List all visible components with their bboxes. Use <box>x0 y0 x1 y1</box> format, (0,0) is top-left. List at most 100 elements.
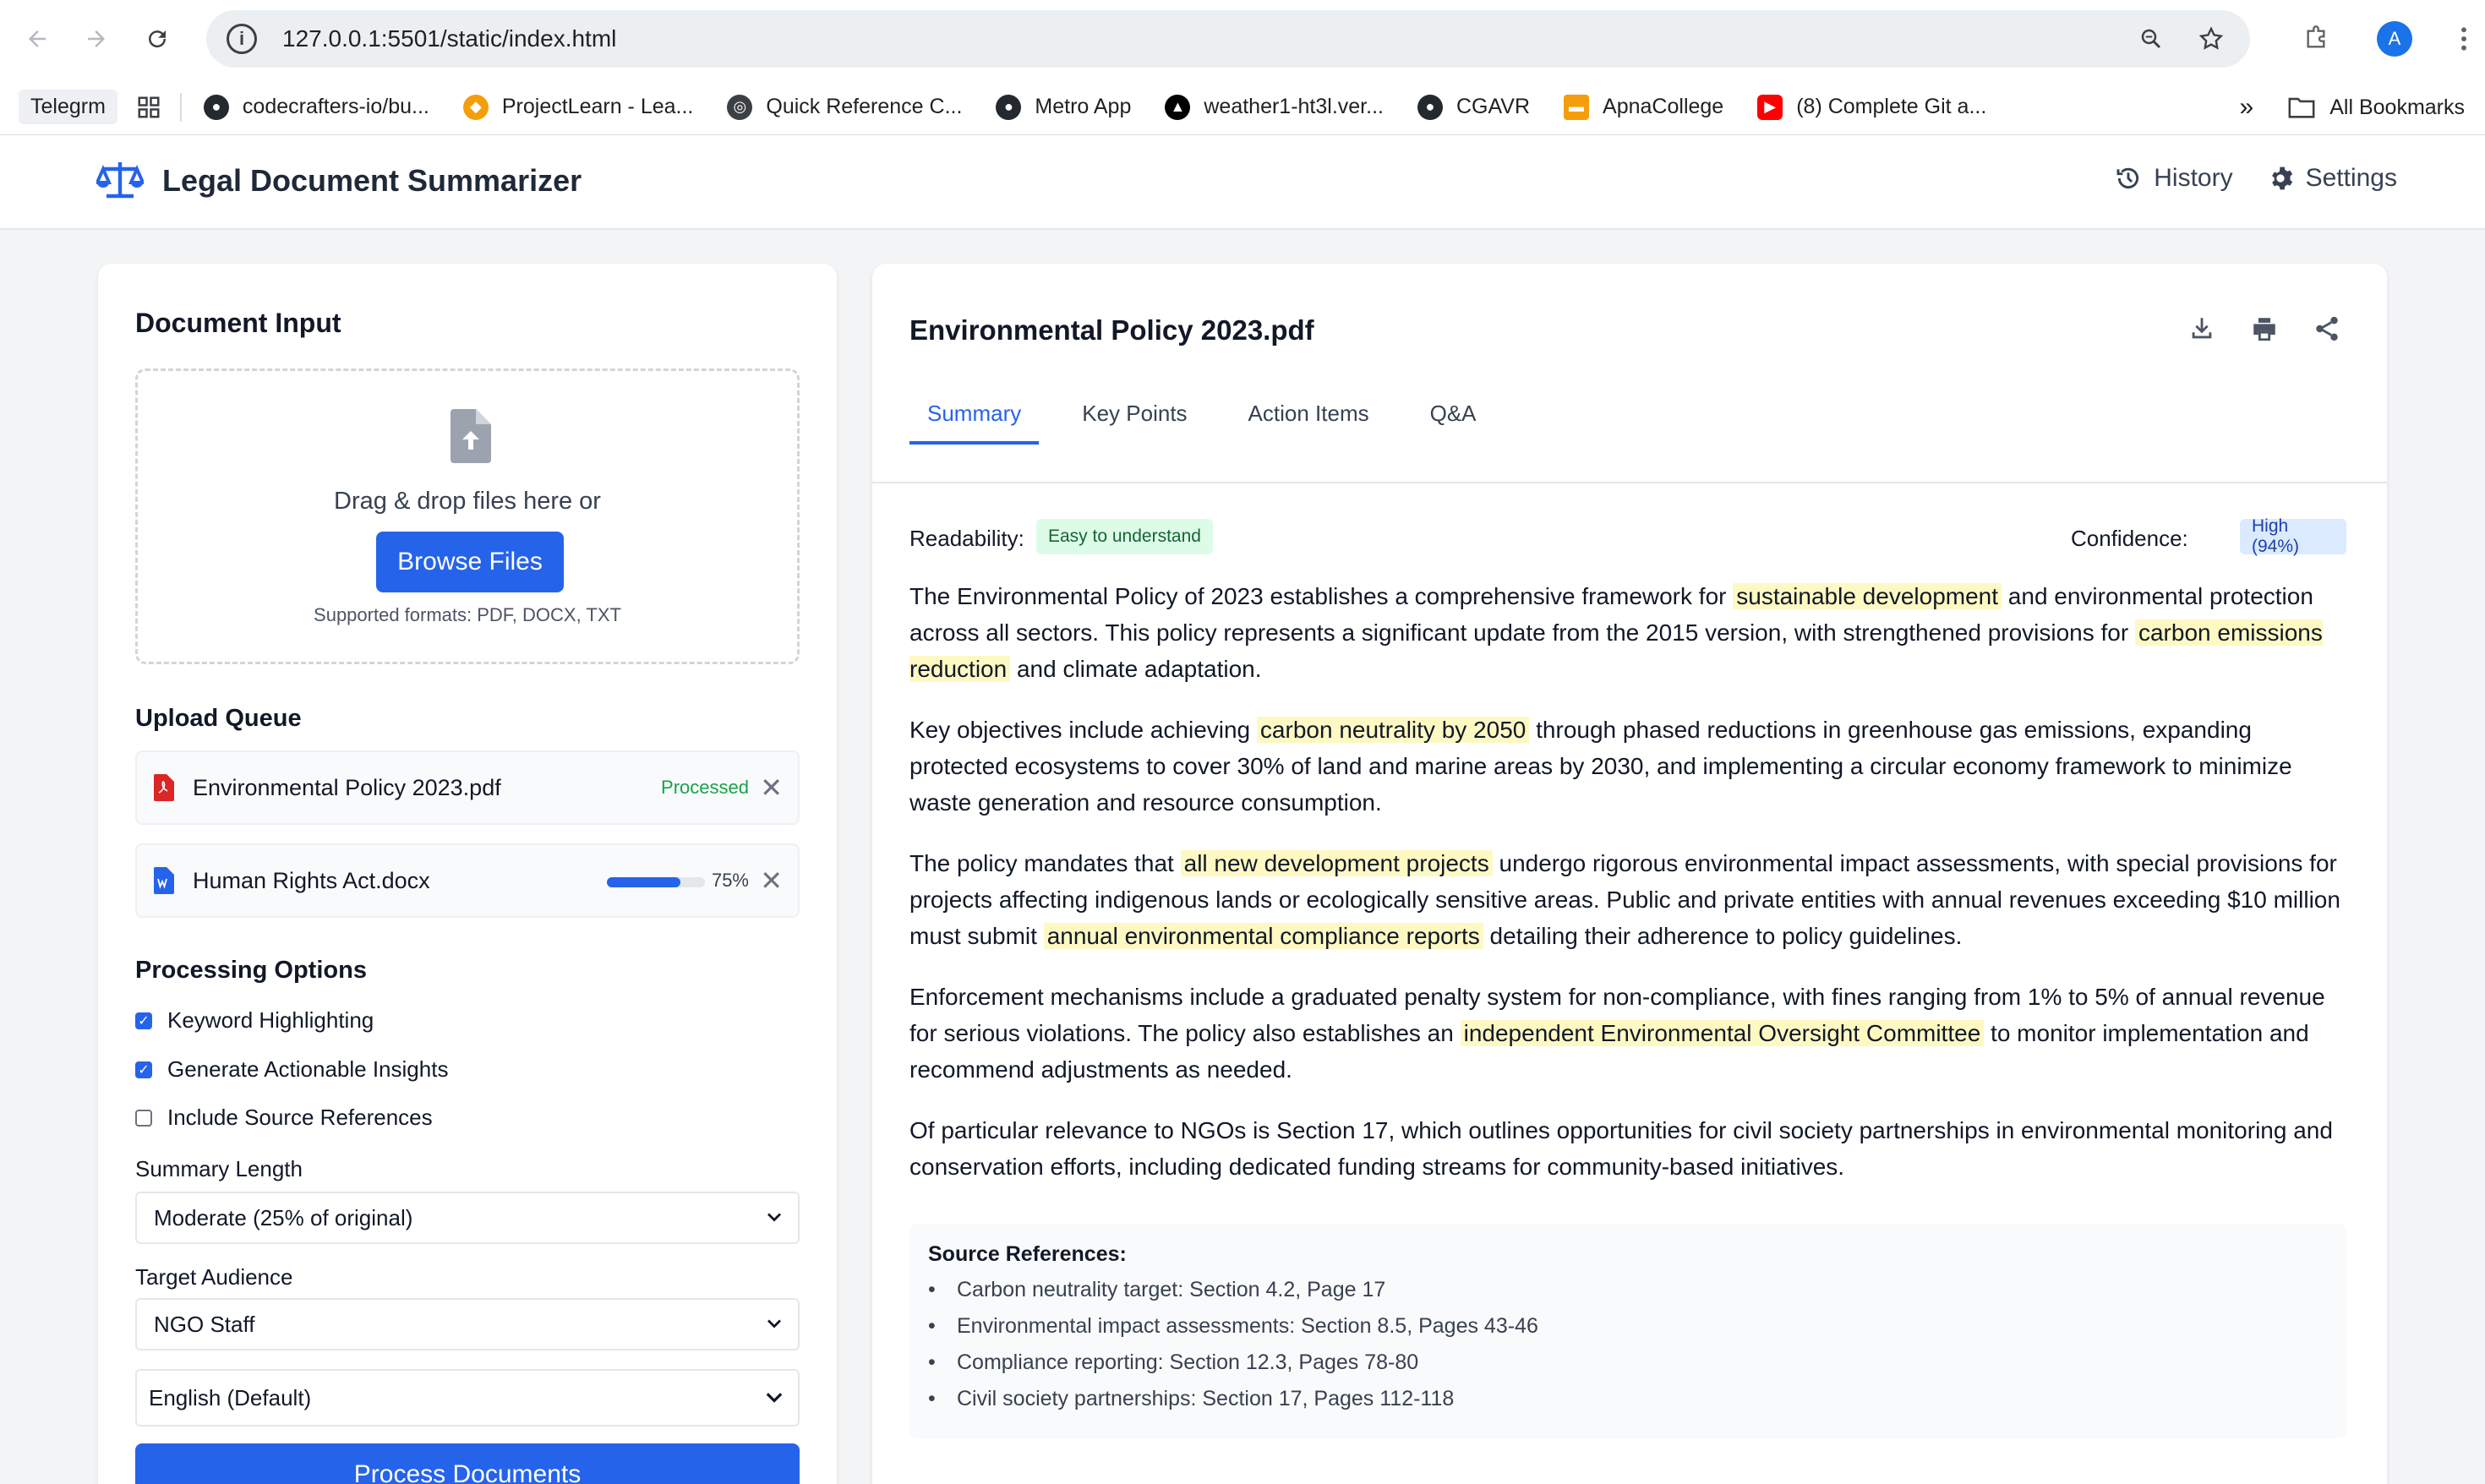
settings-link[interactable]: Settings <box>2267 164 2397 193</box>
document-input-panel: Document Input Drag & drop files here or… <box>98 264 837 1484</box>
upload-progress-bar <box>607 877 705 887</box>
summary-paragraph: The policy mandates that all new develop… <box>909 845 2346 954</box>
option-keyword-highlighting[interactable]: ✓ Keyword Highlighting <box>135 1007 374 1034</box>
tabs-divider <box>872 482 2387 483</box>
summary-text: The Environmental Policy of 2023 establi… <box>909 578 2346 1209</box>
download-icon[interactable] <box>2187 314 2216 343</box>
target-audience-select[interactable]: NGO Staff <box>135 1298 800 1350</box>
bookmark-codecrafters[interactable]: ● codecrafters-io/bu... <box>203 94 429 120</box>
queue-item[interactable]: Human Rights Act.docx 75% ✕ <box>135 843 800 918</box>
browse-files-button[interactable]: Browse Files <box>376 532 564 592</box>
bookmark-label: Telegrm <box>30 95 106 118</box>
history-label: History <box>2154 164 2233 192</box>
queue-file-name: Human Rights Act.docx <box>193 867 430 893</box>
bookmark-separator <box>179 92 182 122</box>
docx-file-icon <box>154 867 174 894</box>
bookmark-telegrm[interactable]: Telegrm <box>19 90 117 124</box>
bookmark-projectlearn[interactable]: ◆ ProjectLearn - Lea... <box>462 94 694 120</box>
youtube-icon: ▶ <box>1757 94 1783 120</box>
pdf-file-icon <box>154 774 174 801</box>
share-icon[interactable] <box>2313 314 2341 343</box>
summary-text-segment: Of particular relevance to NGOs is Secti… <box>909 1117 2333 1180</box>
summary-text-segment: Key objectives include achieving <box>909 717 1257 743</box>
bookmark-star-icon[interactable] <box>2198 25 2225 52</box>
upload-queue-heading: Upload Queue <box>135 705 302 732</box>
process-documents-button[interactable]: Process Documents <box>135 1443 800 1484</box>
scales-icon <box>96 162 144 199</box>
profile-avatar[interactable]: A <box>2377 21 2412 57</box>
bookmark-metro-app[interactable]: ● Metro App <box>996 94 1131 120</box>
bookmark-quick-reference[interactable]: ◎ Quick Reference C... <box>727 94 963 120</box>
confidence-label: Confidence: <box>2071 526 2188 551</box>
site-info-icon[interactable]: i <box>227 24 257 54</box>
bookmark-apnacollege[interactable]: ▬ ApnaCollege <box>1564 94 1723 120</box>
target-audience-label: Target Audience <box>135 1264 293 1290</box>
queue-item[interactable]: Environmental Policy 2023.pdf Processed … <box>135 750 800 825</box>
highlighted-keyword: sustainable development <box>1733 583 2002 609</box>
supported-formats: Supported formats: PDF, DOCX, TXT <box>314 604 621 625</box>
all-bookmarks-label: All Bookmarks <box>2329 95 2465 119</box>
source-references-heading: Source References: <box>928 1242 1127 1266</box>
option-source-references[interactable]: Include Source References <box>135 1105 433 1131</box>
readability-badge: Easy to understand <box>1036 519 1213 554</box>
summary-paragraph: The Environmental Policy of 2023 establi… <box>909 578 2346 687</box>
remove-file-button[interactable]: ✕ <box>760 772 783 804</box>
summary-paragraph: Key objectives include achieving carbon … <box>909 712 2346 821</box>
document-title: Environmental Policy 2023.pdf <box>909 314 1314 346</box>
summary-paragraph: Enforcement mechanisms include a graduat… <box>909 979 2346 1088</box>
queue-file-name: Environmental Policy 2023.pdf <box>193 774 501 800</box>
arrow-right-icon <box>88 30 105 47</box>
chevron-down-icon <box>767 1319 781 1329</box>
bookmarks-overflow-icon[interactable]: » <box>2240 93 2254 122</box>
bookmarks-bar: Telegrm ● codecrafters-io/bu... ◆ ProjectL… <box>0 79 2485 135</box>
summary-length-select[interactable]: Moderate (25% of original) <box>135 1192 800 1244</box>
option-label: Generate Actionable Insights <box>167 1056 449 1082</box>
history-icon <box>2116 167 2139 188</box>
apps-grid-icon[interactable] <box>136 95 161 120</box>
source-references: Source References: Carbon neutrality tar… <box>909 1224 2346 1438</box>
bookmark-complete-git[interactable]: ▶ (8) Complete Git a... <box>1757 94 1986 120</box>
back-button[interactable] <box>12 14 63 64</box>
option-actionable-insights[interactable]: ✓ Generate Actionable Insights <box>135 1056 448 1083</box>
print-icon[interactable] <box>2250 314 2279 343</box>
readability-label: Readability: <box>909 526 1024 551</box>
extensions-icon[interactable] <box>2302 25 2329 52</box>
processing-options-heading: Processing Options <box>135 957 367 984</box>
tab-action-items[interactable]: Action Items <box>1231 390 1387 445</box>
checkbox[interactable]: ✓ <box>135 1012 152 1029</box>
file-dropzone[interactable]: Drag & drop files here or Browse Files S… <box>135 368 800 664</box>
option-label: Include Source References <box>167 1105 433 1130</box>
more-menu-icon[interactable] <box>2460 25 2468 52</box>
tab-key-points[interactable]: Key Points <box>1064 390 1204 445</box>
tab-qa[interactable]: Q&A <box>1412 390 1494 445</box>
cancel-upload-button[interactable]: ✕ <box>760 865 783 897</box>
language-select[interactable]: English (Default) <box>135 1369 800 1427</box>
app-header: Legal Document Summarizer History Settin… <box>0 135 2485 230</box>
address-bar[interactable]: i 127.0.0.1:5501/static/index.html <box>206 10 2250 68</box>
bookmark-label: Quick Reference C... <box>766 95 963 118</box>
highlighted-keyword: annual environmental compliance reports <box>1043 923 1483 949</box>
bookmark-weather[interactable]: ▲ weather1-ht3l.ver... <box>1165 94 1384 120</box>
reload-button[interactable] <box>132 14 183 64</box>
reload-icon <box>149 30 167 48</box>
dropzone-text: Drag & drop files here or <box>334 488 601 515</box>
all-bookmarks-button[interactable]: All Bookmarks <box>2287 95 2465 120</box>
app-brand[interactable]: Legal Document Summarizer <box>96 159 582 203</box>
forward-button[interactable] <box>71 14 122 64</box>
bookmark-cgavr[interactable]: ● CGAVR <box>1417 94 1530 120</box>
history-link[interactable]: History <box>2115 164 2233 193</box>
checkbox[interactable] <box>135 1109 152 1127</box>
checkbox[interactable]: ✓ <box>135 1061 152 1078</box>
summary-paragraph: Of particular relevance to NGOs is Secti… <box>909 1112 2346 1185</box>
projectlearn-icon: ◆ <box>462 94 489 120</box>
tab-summary[interactable]: Summary <box>909 390 1040 445</box>
highlighted-keyword: carbon neutrality by 2050 <box>1256 717 1530 743</box>
folder-icon <box>2288 97 2315 118</box>
arrow-left-icon <box>29 30 46 47</box>
zoom-icon[interactable] <box>2138 26 2164 52</box>
chevron-down-icon <box>766 1393 783 1403</box>
upload-progress-fill <box>607 877 680 887</box>
option-label: Keyword Highlighting <box>167 1007 374 1033</box>
bookmark-label: ProjectLearn - Lea... <box>501 95 694 118</box>
reference-item: Civil society partnerships: Section 17, … <box>928 1381 2328 1417</box>
